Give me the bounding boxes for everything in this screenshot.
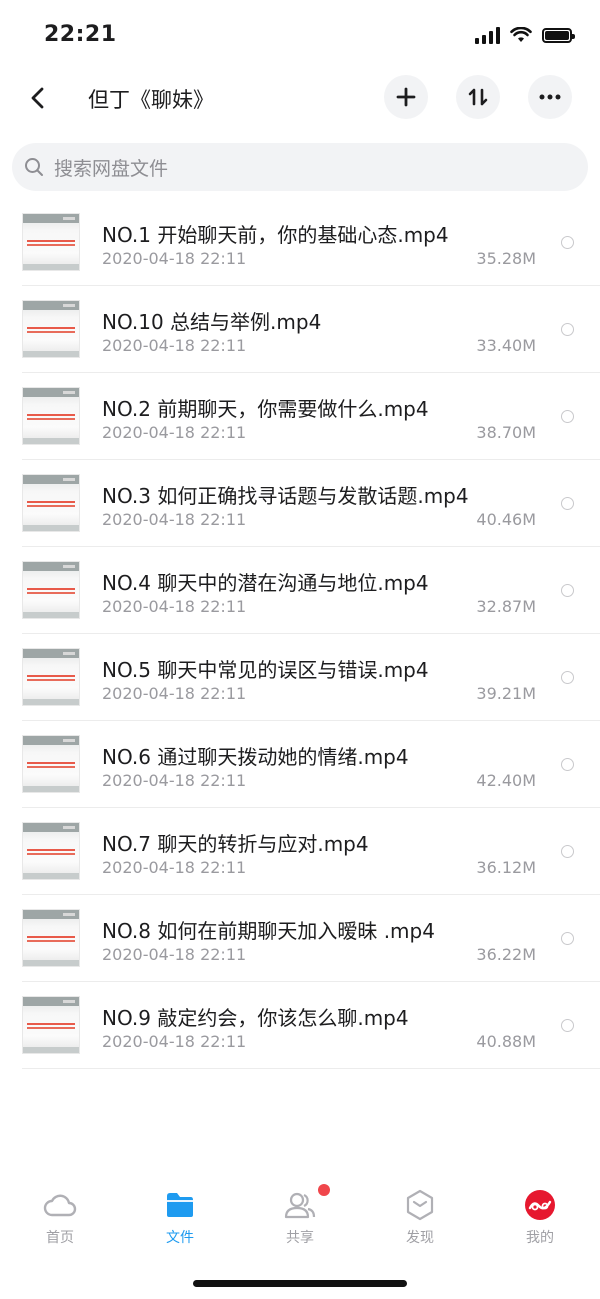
file-size: 36.22M — [476, 945, 536, 964]
tab-share-label: 共享 — [286, 1230, 314, 1246]
tab-discover-label: 发现 — [406, 1230, 434, 1246]
file-name: NO.6 通过聊天拨动她的情绪.mp4 — [102, 745, 409, 769]
video-thumbnail — [22, 648, 80, 706]
chevron-left-icon — [31, 87, 44, 109]
tab-files[interactable]: 文件 — [120, 1176, 240, 1256]
sort-button[interactable] — [456, 75, 500, 119]
file-row[interactable]: NO.8 如何在前期聊天加入暧昧 .mp4 2020-04-18 22:11 36.… — [0, 895, 600, 982]
tab-home-label: 首页 — [46, 1230, 74, 1246]
more-button[interactable] — [528, 75, 572, 119]
tab-profile-label: 我的 — [526, 1230, 554, 1246]
file-list: NO.1 开始聊天前，你的基础心态.mp4 2020-04-18 22:11 35.… — [0, 199, 600, 1069]
file-size: 32.87M — [476, 597, 536, 616]
file-size: 42.40M — [476, 771, 536, 790]
file-size: 36.12M — [476, 858, 536, 877]
discover-icon — [403, 1188, 437, 1222]
signal-icon — [475, 26, 500, 44]
select-radio[interactable] — [561, 584, 574, 597]
file-name: NO.2 前期聊天，你需要做什么.mp4 — [102, 397, 429, 421]
file-row[interactable]: NO.5 聊天中常见的误区与错误.mp4 2020-04-18 22:11 39.2… — [0, 634, 600, 721]
folder-icon — [163, 1188, 197, 1222]
video-thumbnail — [22, 735, 80, 793]
page-title: 但丁《聊妹》 — [88, 88, 214, 112]
file-size: 39.21M — [476, 684, 536, 703]
file-row[interactable]: NO.2 前期聊天，你需要做什么.mp4 2020-04-18 22:11 38.7… — [0, 373, 600, 460]
sort-icon — [468, 88, 488, 106]
select-radio[interactable] — [561, 236, 574, 249]
video-thumbnail — [22, 909, 80, 967]
select-radio[interactable] — [561, 410, 574, 423]
file-row[interactable]: NO.3 如何正确找寻话题与发散话题.mp4 2020-04-18 22:11 40… — [0, 460, 600, 547]
file-size: 33.40M — [476, 336, 536, 355]
file-row[interactable]: NO.10 总结与举例.mp4 2020-04-18 22:11 33.40M — [0, 286, 600, 373]
file-size: 38.70M — [476, 423, 536, 442]
add-button[interactable] — [384, 75, 428, 119]
video-thumbnail — [22, 822, 80, 880]
select-radio[interactable] — [561, 758, 574, 771]
file-date: 2020-04-18 22:11 — [102, 771, 247, 790]
video-thumbnail — [22, 387, 80, 445]
file-row[interactable]: NO.1 开始聊天前，你的基础心态.mp4 2020-04-18 22:11 35.… — [0, 199, 600, 286]
tab-share[interactable]: 共享 — [240, 1176, 360, 1256]
plus-icon — [396, 87, 416, 107]
cloud-icon — [43, 1188, 77, 1222]
file-date: 2020-04-18 22:11 — [102, 423, 247, 442]
tab-home[interactable]: 首页 — [0, 1176, 120, 1256]
file-name: NO.9 敲定约会，你该怎么聊.mp4 — [102, 1006, 409, 1030]
file-row[interactable]: NO.9 敲定约会，你该怎么聊.mp4 2020-04-18 22:11 40.88… — [0, 982, 600, 1069]
select-radio[interactable] — [561, 323, 574, 336]
file-name: NO.3 如何正确找寻话题与发散话题.mp4 — [102, 484, 469, 508]
file-row[interactable]: NO.4 聊天中的潜在沟通与地位.mp4 2020-04-18 22:11 32.8… — [0, 547, 600, 634]
file-date: 2020-04-18 22:11 — [102, 684, 247, 703]
select-radio[interactable] — [561, 497, 574, 510]
file-date: 2020-04-18 22:11 — [102, 510, 247, 529]
status-time: 22:21 — [44, 22, 117, 47]
search-input[interactable]: 搜索网盘文件 — [12, 143, 588, 191]
search-placeholder: 搜索网盘文件 — [54, 157, 169, 180]
file-date: 2020-04-18 22:11 — [102, 336, 247, 355]
wifi-icon — [510, 27, 532, 42]
users-icon — [283, 1188, 317, 1222]
file-row[interactable]: NO.7 聊天的转折与应对.mp4 2020-04-18 22:11 36.12M — [0, 808, 600, 895]
tab-files-label: 文件 — [166, 1230, 194, 1246]
select-radio[interactable] — [561, 671, 574, 684]
file-name: NO.1 开始聊天前，你的基础心态.mp4 — [102, 223, 449, 247]
file-date: 2020-04-18 22:11 — [102, 249, 247, 268]
home-indicator — [193, 1280, 407, 1287]
file-name: NO.8 如何在前期聊天加入暧昧 .mp4 — [102, 919, 435, 943]
back-button[interactable] — [18, 78, 58, 118]
select-radio[interactable] — [561, 1019, 574, 1032]
file-size: 35.28M — [476, 249, 536, 268]
notification-badge — [318, 1184, 330, 1196]
status-bar: 22:21 — [0, 0, 600, 72]
file-row[interactable]: NO.6 通过聊天拨动她的情绪.mp4 2020-04-18 22:11 42.40… — [0, 721, 600, 808]
video-thumbnail — [22, 996, 80, 1054]
file-date: 2020-04-18 22:11 — [102, 858, 247, 877]
video-thumbnail — [22, 213, 80, 271]
file-size: 40.46M — [476, 510, 536, 529]
video-thumbnail — [22, 300, 80, 358]
more-dots-icon — [539, 94, 561, 100]
file-date: 2020-04-18 22:11 — [102, 945, 247, 964]
tab-discover[interactable]: 发现 — [360, 1176, 480, 1256]
search-icon — [25, 158, 43, 176]
file-name: NO.4 聊天中的潜在沟通与地位.mp4 — [102, 571, 429, 595]
tab-profile[interactable]: 我的 — [480, 1176, 600, 1256]
select-radio[interactable] — [561, 932, 574, 945]
video-thumbnail — [22, 561, 80, 619]
file-name: NO.5 聊天中常见的误区与错误.mp4 — [102, 658, 429, 682]
file-date: 2020-04-18 22:11 — [102, 597, 247, 616]
file-name: NO.7 聊天的转折与应对.mp4 — [102, 832, 369, 856]
profile-avatar-icon — [523, 1188, 557, 1222]
file-name: NO.10 总结与举例.mp4 — [102, 310, 322, 334]
nav-bar: 但丁《聊妹》 — [0, 72, 600, 124]
select-radio[interactable] — [561, 845, 574, 858]
battery-icon — [542, 27, 575, 43]
video-thumbnail — [22, 474, 80, 532]
nav-actions — [384, 75, 572, 119]
file-date: 2020-04-18 22:11 — [102, 1032, 247, 1051]
file-size: 40.88M — [476, 1032, 536, 1051]
tab-bar: 首页 文件 共享 发现 我的 — [0, 1176, 600, 1256]
status-indicators — [475, 26, 575, 44]
